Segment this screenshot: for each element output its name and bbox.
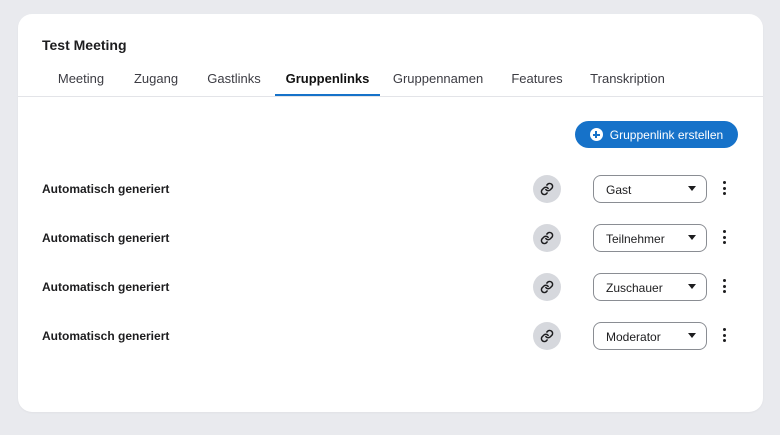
group-link-row: Automatisch generiert Zuschauer [18,272,763,302]
role-select[interactable]: Moderator [593,322,707,350]
create-group-link-label: Gruppenlink erstellen [609,127,724,142]
role-select[interactable]: Gast [593,175,707,203]
caret-down-icon [688,235,696,240]
group-link-row: Automatisch generiert Moderator [18,321,763,351]
copy-link-button[interactable] [533,175,561,203]
group-link-row: Automatisch generiert Gast [18,174,763,204]
role-select-value: Moderator [606,330,661,344]
more-vertical-icon [722,328,726,331]
link-icon [540,280,554,294]
group-link-row: Automatisch generiert Teilnehmer [18,223,763,253]
role-select-value: Teilnehmer [606,232,665,246]
caret-down-icon [688,333,696,338]
more-vertical-icon [722,279,726,282]
more-vertical-icon [722,181,726,184]
tab-gruppennamen[interactable]: Gruppennamen [390,70,486,95]
tab-gruppenlinks[interactable]: Gruppenlinks [275,70,380,96]
link-icon [540,231,554,245]
caret-down-icon [688,186,696,191]
role-select-value: Zuschauer [606,281,663,295]
group-link-name: Automatisch generiert [42,329,170,343]
tab-features[interactable]: Features [508,70,566,95]
tab-gastlinks[interactable]: Gastlinks [203,70,265,95]
role-select[interactable]: Teilnehmer [593,224,707,252]
caret-down-icon [688,284,696,289]
copy-link-button[interactable] [533,224,561,252]
role-select[interactable]: Zuschauer [593,273,707,301]
more-options-button[interactable] [718,276,730,296]
tab-meeting[interactable]: Meeting [50,70,112,95]
tab-bar: Meeting Zugang Gastlinks Gruppenlinks Gr… [18,70,763,97]
more-options-button[interactable] [718,325,730,345]
group-link-name: Automatisch generiert [42,182,170,196]
copy-link-button[interactable] [533,273,561,301]
group-link-name: Automatisch generiert [42,280,170,294]
copy-link-button[interactable] [533,322,561,350]
link-icon [540,182,554,196]
tab-transkription[interactable]: Transkription [585,70,670,95]
page-title: Test Meeting [42,37,127,53]
create-group-link-button[interactable]: Gruppenlink erstellen [575,121,738,148]
meeting-settings-card: Test Meeting Meeting Zugang Gastlinks Gr… [18,14,763,412]
more-options-button[interactable] [718,227,730,247]
more-options-button[interactable] [718,178,730,198]
group-link-name: Automatisch generiert [42,231,170,245]
link-icon [540,329,554,343]
role-select-value: Gast [606,183,632,197]
tab-zugang[interactable]: Zugang [129,70,183,95]
plus-circle-icon [589,128,603,141]
more-vertical-icon [722,230,726,233]
